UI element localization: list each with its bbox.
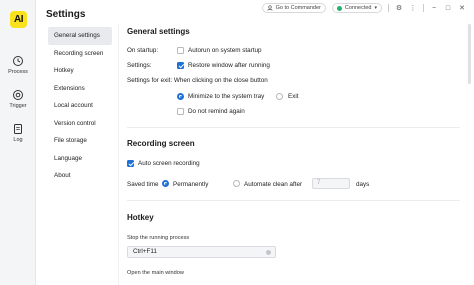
hotkey-title: Hotkey [127, 213, 154, 222]
nav-item-hotkey[interactable]: Hotkey [48, 62, 112, 80]
exit-radio[interactable] [276, 93, 283, 100]
rail-item-label: Log [13, 137, 23, 143]
nav-item-about[interactable]: About [48, 167, 112, 185]
saved-time-label: Saved time [127, 181, 159, 188]
autorun-checkbox[interactable] [177, 47, 184, 54]
autorun-label[interactable]: Autorun on system startup [188, 47, 262, 54]
permanently-radio[interactable] [162, 180, 169, 187]
nav-item-recording-screen[interactable]: Recording screen [48, 45, 112, 63]
stop-process-label: Stop the running process [127, 235, 190, 241]
automate-clean-label[interactable]: Automate clean after [244, 181, 302, 188]
rail-item-process[interactable]: Process [0, 55, 36, 75]
do-not-remind-label[interactable]: Do not remind again [188, 108, 245, 115]
on-startup-label: On startup: [127, 47, 159, 54]
nav-item-language[interactable]: Language [48, 150, 112, 168]
process-icon [13, 56, 23, 66]
left-rail: AI Process Trigger Log [0, 0, 36, 285]
log-icon [14, 124, 22, 134]
trigger-icon [13, 90, 23, 100]
nav-item-version-control[interactable]: Version control [48, 115, 112, 133]
stop-process-hotkey-input[interactable]: Ctrl+F11 [127, 246, 276, 258]
nav-item-file-storage[interactable]: File storage [48, 132, 112, 150]
days-label: days [356, 181, 370, 188]
stop-process-hotkey-value: Ctrl+F11 [133, 248, 157, 255]
settings-content: General settings On startup: Autorun on … [118, 0, 474, 285]
auto-screen-recording-label[interactable]: Auto screen recording [138, 160, 200, 167]
rail-item-log[interactable]: Log [0, 123, 36, 143]
minimize-to-tray-label[interactable]: Minimize to the system tray [188, 93, 264, 100]
auto-screen-recording-checkbox[interactable] [127, 160, 134, 167]
exit-settings-label: Settings for exit: When clicking on the … [127, 77, 268, 84]
section-divider [127, 127, 460, 128]
nav-item-general-settings[interactable]: General settings [48, 27, 112, 45]
app-logo-text: AI [14, 14, 24, 25]
open-main-window-label: Open the main window [127, 270, 184, 276]
exit-label[interactable]: Exit [288, 93, 299, 100]
automate-clean-radio[interactable] [233, 180, 240, 187]
section-divider [127, 200, 460, 201]
app-logo: AI [10, 11, 27, 28]
clean-days-input[interactable]: 7 [312, 178, 350, 189]
minimize-to-tray-radio[interactable] [177, 93, 184, 100]
content-scrollbar[interactable] [468, 24, 471, 84]
recording-screen-title: Recording screen [127, 139, 195, 148]
restore-window-checkbox[interactable] [177, 62, 184, 69]
rail-item-label: Trigger [9, 103, 27, 109]
permanently-label[interactable]: Permanently [173, 181, 208, 188]
general-settings-title: General settings [127, 27, 190, 36]
clear-hotkey-icon[interactable] [266, 249, 271, 255]
settings-label: Settings: [127, 62, 152, 69]
nav-item-extensions[interactable]: Extensions [48, 80, 112, 98]
rail-item-label: Process [8, 69, 28, 75]
nav-item-local-account[interactable]: Local account [48, 97, 112, 115]
restore-window-label[interactable]: Restore window after running [188, 62, 270, 69]
settings-nav: General settings Recording screen Hotkey… [48, 27, 112, 185]
rail-item-trigger[interactable]: Trigger [0, 89, 36, 109]
page-title: Settings [46, 9, 86, 20]
do-not-remind-checkbox[interactable] [177, 108, 184, 115]
